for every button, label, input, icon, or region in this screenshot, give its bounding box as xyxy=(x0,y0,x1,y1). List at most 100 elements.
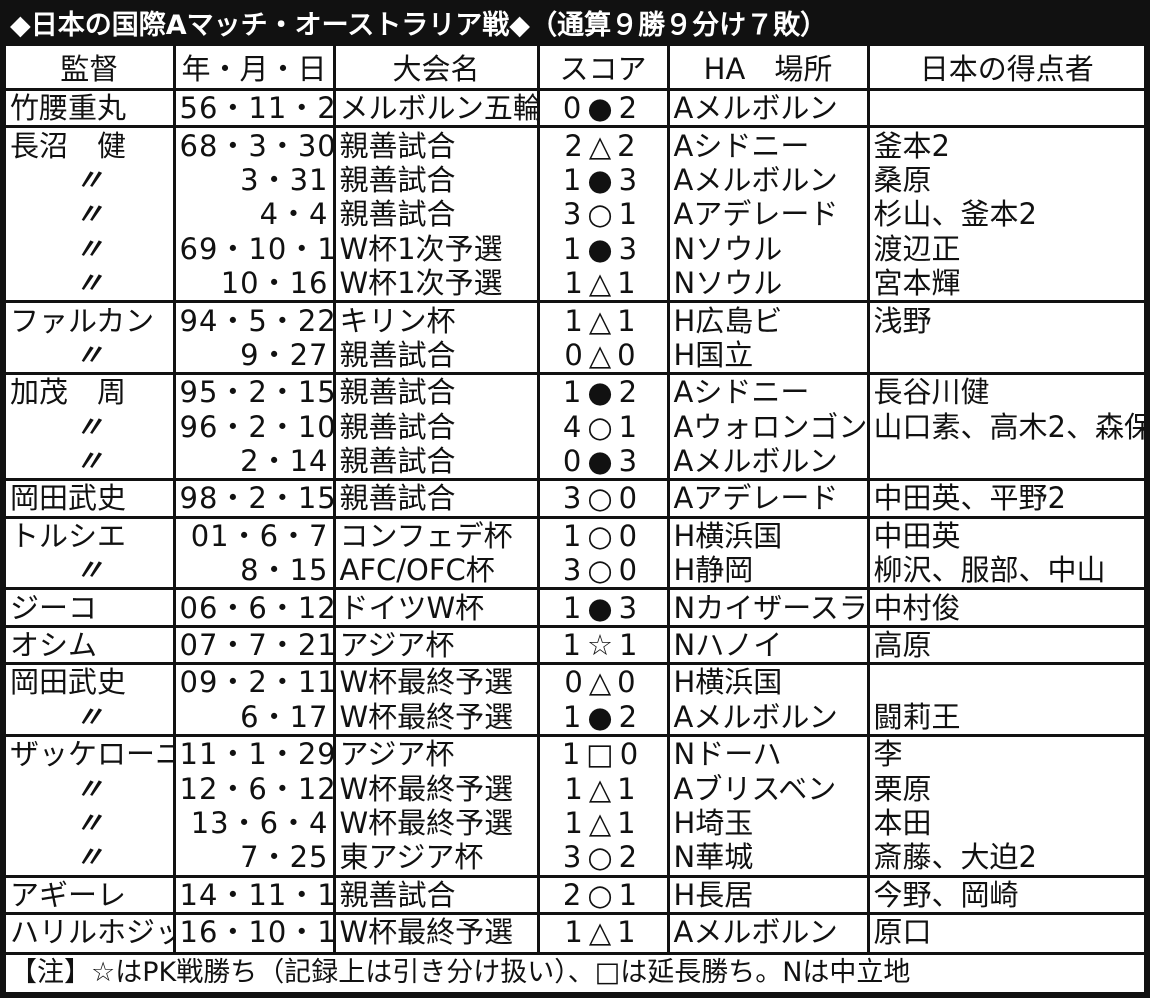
row-scorers xyxy=(868,90,1144,127)
row-date: 9・27 xyxy=(174,337,336,374)
table-row: 〃 10・16 W杯1次予選 1△1 Nソウル 宮本輝 xyxy=(6,265,1144,302)
row-venue: N華城 xyxy=(668,840,870,877)
table-row: 〃 4・4 親善試合 3○1 Aアデレード 杉山、釜本2 xyxy=(6,197,1144,232)
row-competition: 親善試合 xyxy=(334,125,540,163)
row-coach: 〃 xyxy=(6,553,176,589)
row-score: 3○1 xyxy=(538,197,670,232)
row-score: 0●3 xyxy=(538,443,670,480)
row-venue: Aメルボルン xyxy=(668,911,870,950)
table-row: ザッケローニ 11・1・29 アジア杯 1□0 Nドーハ李 xyxy=(6,734,1144,772)
row-venue: Aアデレード xyxy=(668,478,870,518)
row-date: 01・6・7 xyxy=(174,515,336,554)
row-venue: Aブリスベン xyxy=(668,771,870,806)
row-competition: W杯最終予選 xyxy=(334,805,540,841)
row-coach: ハリルホジッチ xyxy=(6,911,176,950)
row-competition: メルボルン五輪 xyxy=(334,89,540,127)
row-venue: Aメルボルン xyxy=(668,89,870,127)
row-date: 3・31 xyxy=(174,162,336,198)
row-date: 11・1・29 xyxy=(174,734,336,772)
row-score: 0△0 xyxy=(538,662,670,700)
table-row: オシム 07・7・21 アジア杯 1☆1 Nハノイ 高原 xyxy=(6,624,1144,664)
row-score: 1●2 xyxy=(538,372,670,410)
row-venue: Aメルボルン xyxy=(668,443,870,480)
row-scorers: 浅野 xyxy=(868,300,1144,338)
table-row: 〃 6・17 W杯最終予選 1●2 Aメルボルン 闘莉王 xyxy=(6,699,1144,736)
row-score: 1△1 xyxy=(538,771,670,806)
row-venue: Nソウル xyxy=(668,231,870,266)
row-scorers: 渡辺正 xyxy=(873,231,961,266)
row-score: 1●3 xyxy=(538,231,670,266)
row-score: 3○0 xyxy=(538,553,670,589)
row-score: 1●2 xyxy=(538,699,670,736)
table-row: 加茂 周 95・2・15 親善試合 1●2 Aシドニー 長谷川健 xyxy=(6,372,1144,410)
row-score: 0△0 xyxy=(538,337,670,374)
row-venue: H埼玉 xyxy=(668,805,870,841)
row-venue: H静岡 xyxy=(668,553,870,589)
row-date: 56・11・27 xyxy=(174,89,336,127)
table-header-row: 監督 年・月・日 大会名 スコア HA 場所 日本の得点者 xyxy=(6,46,1144,91)
row-scorers: 中田英 xyxy=(868,515,1144,554)
row-scorers: 李 xyxy=(868,734,1144,772)
row-date: 6・17 xyxy=(174,699,336,736)
row-venue: Aアデレード xyxy=(668,197,870,232)
row-competition: アジア杯 xyxy=(334,734,540,772)
row-competition: W杯最終予選 xyxy=(334,911,540,950)
row-scorers: 中村俊 xyxy=(868,587,1144,627)
row-competition: 親善試合 xyxy=(334,197,540,232)
row-competition: 親善試合 xyxy=(334,372,540,410)
row-date: 7・25 xyxy=(174,840,336,877)
row-scorers: 杉山、釜本2 xyxy=(873,197,1037,232)
row-competition: W杯最終予選 xyxy=(334,662,540,700)
header-venue: HA 場所 xyxy=(668,46,870,91)
row-competition: W杯1次予選 xyxy=(334,265,540,302)
row-score: 1△1 xyxy=(538,911,670,950)
table-row: ジーコ06・6・12ドイツW杯1●3Nカイザースラウテルン中村俊 xyxy=(6,587,1144,627)
row-coach: オシム xyxy=(6,624,176,664)
row-competition: 東アジア杯 xyxy=(334,840,540,877)
row-venue: H国立 xyxy=(668,337,870,374)
row-venue: Aシドニー xyxy=(668,372,870,410)
match-results-table: 監督 年・月・日 大会名 スコア HA 場所 日本の得点者 竹腰重丸 56・11・… xyxy=(6,46,1144,984)
results-body: 竹腰重丸56・11・27メルボルン五輪0●2Aメルボルン長沼 健68・3・30親… xyxy=(6,89,1145,984)
table-row: 〃69・10・10W杯1次予選1●3Nソウル渡辺正 xyxy=(6,231,1144,266)
row-coach: 〃 xyxy=(6,265,176,302)
footnote: 【注】☆はPK戦勝ち（記録上は引き分け扱い）、□は延長勝ち。Nは中立地 xyxy=(6,952,1144,992)
table-row: 長沼 健 68・3・30 親善試合 2△2 Aシドニー 釜本2 xyxy=(6,125,1144,163)
header-score: スコア xyxy=(538,46,670,91)
row-scorers xyxy=(868,444,1144,480)
row-venue: Aシドニー xyxy=(668,125,870,163)
table-row: 〃 3・31 親善試合 1●3 Aメルボルン 桑原 xyxy=(6,162,1144,198)
row-score: 1●3 xyxy=(538,587,670,627)
row-date: 68・3・30 xyxy=(174,125,336,163)
row-competition: 親善試合 xyxy=(334,337,540,374)
table-row: 岡田武史 09・2・11 W杯最終予選 0△0 H横浜国 xyxy=(6,662,1144,700)
row-coach: 〃 xyxy=(6,840,176,877)
row-coach: 〃 xyxy=(6,805,176,841)
row-coach: ファルカン xyxy=(6,300,176,338)
row-scorers: 山口素、高木2、森保 xyxy=(873,409,1145,444)
row-scorers: 本田 xyxy=(873,806,932,840)
row-date: 8・15 xyxy=(174,553,336,589)
row-date: 4・4 xyxy=(174,197,336,232)
row-scorers: 桑原 xyxy=(873,162,932,197)
row-date: 14・11・18 xyxy=(174,874,336,914)
table-row: 〃 12・6・12 W杯最終予選 1△1 Aブリスベン 栗原 xyxy=(6,771,1144,806)
table-row: 〃 9・27 親善試合 0△0 H国立 xyxy=(6,337,1144,374)
page-title: ◆日本の国際Aマッチ・オーストラリア戦◆（通算９勝９分け７敗） xyxy=(6,6,1144,46)
row-venue: H広島ビ xyxy=(668,300,870,338)
row-coach: 岡田武史 xyxy=(6,662,176,700)
row-date: 12・6・12 xyxy=(174,771,336,806)
table-row: 〃 13・6・4 W杯最終予選 1△1 H埼玉 本田 xyxy=(6,805,1144,841)
row-scorers: 宮本輝 xyxy=(873,266,961,301)
row-venue: H横浜国 xyxy=(668,515,870,554)
row-coach: 竹腰重丸 xyxy=(6,89,176,127)
row-score: 2△2 xyxy=(538,125,670,163)
row-scorers: 釜本2 xyxy=(868,125,1144,163)
row-coach: ジーコ xyxy=(6,587,176,627)
row-date: 06・6・12 xyxy=(174,587,336,627)
row-scorers: 柳沢、服部、中山 xyxy=(873,553,1106,588)
row-score: 1△1 xyxy=(538,805,670,841)
row-venue: Nハノイ xyxy=(668,624,870,664)
header-competition: 大会名 xyxy=(334,46,540,91)
row-venue: H長居 xyxy=(668,874,870,914)
